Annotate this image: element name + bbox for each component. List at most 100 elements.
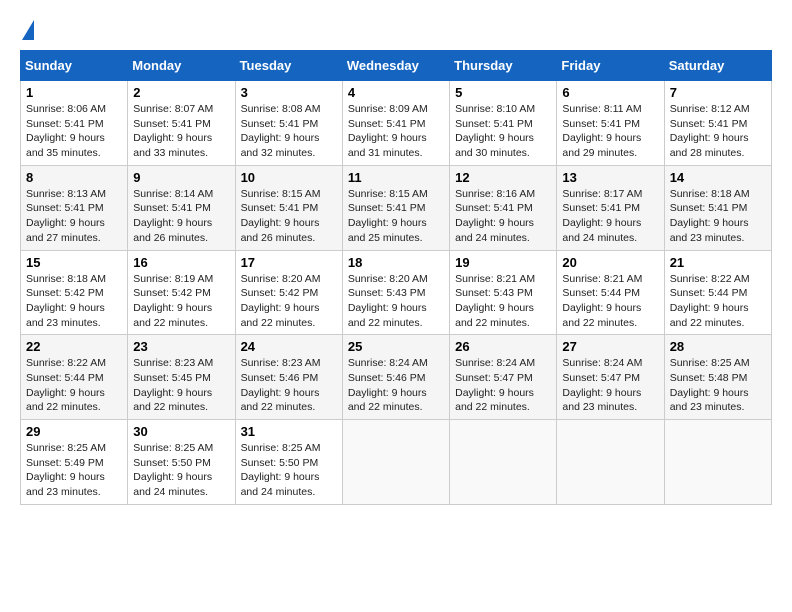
day-info: Sunrise: 8:22 AMSunset: 5:44 PMDaylight:… [26, 356, 122, 415]
calendar-day-cell: 30 Sunrise: 8:25 AMSunset: 5:50 PMDaylig… [128, 420, 235, 505]
calendar-day-cell: 17 Sunrise: 8:20 AMSunset: 5:42 PMDaylig… [235, 250, 342, 335]
day-info: Sunrise: 8:14 AMSunset: 5:41 PMDaylight:… [133, 187, 229, 246]
calendar-day-cell: 3 Sunrise: 8:08 AMSunset: 5:41 PMDayligh… [235, 81, 342, 166]
calendar-day-cell [342, 420, 449, 505]
day-number: 14 [670, 170, 766, 185]
day-number: 27 [562, 339, 658, 354]
day-number: 26 [455, 339, 551, 354]
day-number: 1 [26, 85, 122, 100]
day-info: Sunrise: 8:06 AMSunset: 5:41 PMDaylight:… [26, 102, 122, 161]
day-number: 6 [562, 85, 658, 100]
day-number: 16 [133, 255, 229, 270]
day-number: 23 [133, 339, 229, 354]
day-number: 30 [133, 424, 229, 439]
calendar-day-cell: 25 Sunrise: 8:24 AMSunset: 5:46 PMDaylig… [342, 335, 449, 420]
day-info: Sunrise: 8:15 AMSunset: 5:41 PMDaylight:… [348, 187, 444, 246]
day-number: 4 [348, 85, 444, 100]
day-number: 21 [670, 255, 766, 270]
calendar-week-row: 15 Sunrise: 8:18 AMSunset: 5:42 PMDaylig… [21, 250, 772, 335]
calendar-day-header: Sunday [21, 51, 128, 81]
calendar-day-header: Monday [128, 51, 235, 81]
day-number: 13 [562, 170, 658, 185]
day-info: Sunrise: 8:15 AMSunset: 5:41 PMDaylight:… [241, 187, 337, 246]
day-info: Sunrise: 8:18 AMSunset: 5:41 PMDaylight:… [670, 187, 766, 246]
day-number: 7 [670, 85, 766, 100]
day-info: Sunrise: 8:25 AMSunset: 5:48 PMDaylight:… [670, 356, 766, 415]
calendar-day-cell: 26 Sunrise: 8:24 AMSunset: 5:47 PMDaylig… [450, 335, 557, 420]
day-number: 17 [241, 255, 337, 270]
day-number: 22 [26, 339, 122, 354]
calendar-day-cell [664, 420, 771, 505]
day-number: 28 [670, 339, 766, 354]
day-number: 11 [348, 170, 444, 185]
calendar-day-header: Tuesday [235, 51, 342, 81]
day-number: 8 [26, 170, 122, 185]
day-info: Sunrise: 8:12 AMSunset: 5:41 PMDaylight:… [670, 102, 766, 161]
calendar-day-header: Thursday [450, 51, 557, 81]
calendar-week-row: 22 Sunrise: 8:22 AMSunset: 5:44 PMDaylig… [21, 335, 772, 420]
day-info: Sunrise: 8:25 AMSunset: 5:50 PMDaylight:… [133, 441, 229, 500]
day-info: Sunrise: 8:21 AMSunset: 5:43 PMDaylight:… [455, 272, 551, 331]
calendar-day-cell: 19 Sunrise: 8:21 AMSunset: 5:43 PMDaylig… [450, 250, 557, 335]
logo [20, 20, 34, 40]
day-number: 12 [455, 170, 551, 185]
day-info: Sunrise: 8:08 AMSunset: 5:41 PMDaylight:… [241, 102, 337, 161]
calendar-header-row: SundayMondayTuesdayWednesdayThursdayFrid… [21, 51, 772, 81]
page-header [20, 20, 772, 40]
calendar-day-cell: 21 Sunrise: 8:22 AMSunset: 5:44 PMDaylig… [664, 250, 771, 335]
calendar-table: SundayMondayTuesdayWednesdayThursdayFrid… [20, 50, 772, 505]
day-number: 15 [26, 255, 122, 270]
day-number: 5 [455, 85, 551, 100]
calendar-week-row: 1 Sunrise: 8:06 AMSunset: 5:41 PMDayligh… [21, 81, 772, 166]
calendar-day-cell: 1 Sunrise: 8:06 AMSunset: 5:41 PMDayligh… [21, 81, 128, 166]
day-info: Sunrise: 8:19 AMSunset: 5:42 PMDaylight:… [133, 272, 229, 331]
day-number: 10 [241, 170, 337, 185]
day-info: Sunrise: 8:24 AMSunset: 5:47 PMDaylight:… [562, 356, 658, 415]
day-number: 20 [562, 255, 658, 270]
day-info: Sunrise: 8:24 AMSunset: 5:47 PMDaylight:… [455, 356, 551, 415]
day-info: Sunrise: 8:22 AMSunset: 5:44 PMDaylight:… [670, 272, 766, 331]
calendar-day-cell: 2 Sunrise: 8:07 AMSunset: 5:41 PMDayligh… [128, 81, 235, 166]
day-number: 31 [241, 424, 337, 439]
calendar-day-cell: 16 Sunrise: 8:19 AMSunset: 5:42 PMDaylig… [128, 250, 235, 335]
day-info: Sunrise: 8:20 AMSunset: 5:43 PMDaylight:… [348, 272, 444, 331]
day-number: 25 [348, 339, 444, 354]
calendar-day-cell: 24 Sunrise: 8:23 AMSunset: 5:46 PMDaylig… [235, 335, 342, 420]
calendar-week-row: 8 Sunrise: 8:13 AMSunset: 5:41 PMDayligh… [21, 165, 772, 250]
calendar-day-cell: 27 Sunrise: 8:24 AMSunset: 5:47 PMDaylig… [557, 335, 664, 420]
calendar-day-cell: 11 Sunrise: 8:15 AMSunset: 5:41 PMDaylig… [342, 165, 449, 250]
day-info: Sunrise: 8:21 AMSunset: 5:44 PMDaylight:… [562, 272, 658, 331]
day-info: Sunrise: 8:17 AMSunset: 5:41 PMDaylight:… [562, 187, 658, 246]
day-info: Sunrise: 8:18 AMSunset: 5:42 PMDaylight:… [26, 272, 122, 331]
calendar-day-cell: 28 Sunrise: 8:25 AMSunset: 5:48 PMDaylig… [664, 335, 771, 420]
calendar-day-cell: 14 Sunrise: 8:18 AMSunset: 5:41 PMDaylig… [664, 165, 771, 250]
day-info: Sunrise: 8:10 AMSunset: 5:41 PMDaylight:… [455, 102, 551, 161]
calendar-day-cell: 7 Sunrise: 8:12 AMSunset: 5:41 PMDayligh… [664, 81, 771, 166]
calendar-day-cell: 18 Sunrise: 8:20 AMSunset: 5:43 PMDaylig… [342, 250, 449, 335]
calendar-day-cell: 12 Sunrise: 8:16 AMSunset: 5:41 PMDaylig… [450, 165, 557, 250]
day-number: 2 [133, 85, 229, 100]
day-number: 18 [348, 255, 444, 270]
day-info: Sunrise: 8:16 AMSunset: 5:41 PMDaylight:… [455, 187, 551, 246]
day-info: Sunrise: 8:09 AMSunset: 5:41 PMDaylight:… [348, 102, 444, 161]
calendar-day-cell: 8 Sunrise: 8:13 AMSunset: 5:41 PMDayligh… [21, 165, 128, 250]
day-info: Sunrise: 8:24 AMSunset: 5:46 PMDaylight:… [348, 356, 444, 415]
calendar-day-cell [450, 420, 557, 505]
calendar-day-header: Friday [557, 51, 664, 81]
day-info: Sunrise: 8:11 AMSunset: 5:41 PMDaylight:… [562, 102, 658, 161]
calendar-day-cell: 23 Sunrise: 8:23 AMSunset: 5:45 PMDaylig… [128, 335, 235, 420]
calendar-day-cell: 13 Sunrise: 8:17 AMSunset: 5:41 PMDaylig… [557, 165, 664, 250]
calendar-day-cell: 10 Sunrise: 8:15 AMSunset: 5:41 PMDaylig… [235, 165, 342, 250]
day-info: Sunrise: 8:25 AMSunset: 5:49 PMDaylight:… [26, 441, 122, 500]
day-info: Sunrise: 8:25 AMSunset: 5:50 PMDaylight:… [241, 441, 337, 500]
calendar-day-cell: 4 Sunrise: 8:09 AMSunset: 5:41 PMDayligh… [342, 81, 449, 166]
day-info: Sunrise: 8:07 AMSunset: 5:41 PMDaylight:… [133, 102, 229, 161]
logo-triangle-icon [22, 20, 34, 40]
day-info: Sunrise: 8:23 AMSunset: 5:46 PMDaylight:… [241, 356, 337, 415]
calendar-week-row: 29 Sunrise: 8:25 AMSunset: 5:49 PMDaylig… [21, 420, 772, 505]
calendar-day-cell: 9 Sunrise: 8:14 AMSunset: 5:41 PMDayligh… [128, 165, 235, 250]
calendar-day-cell [557, 420, 664, 505]
day-number: 19 [455, 255, 551, 270]
day-info: Sunrise: 8:23 AMSunset: 5:45 PMDaylight:… [133, 356, 229, 415]
calendar-day-cell: 6 Sunrise: 8:11 AMSunset: 5:41 PMDayligh… [557, 81, 664, 166]
